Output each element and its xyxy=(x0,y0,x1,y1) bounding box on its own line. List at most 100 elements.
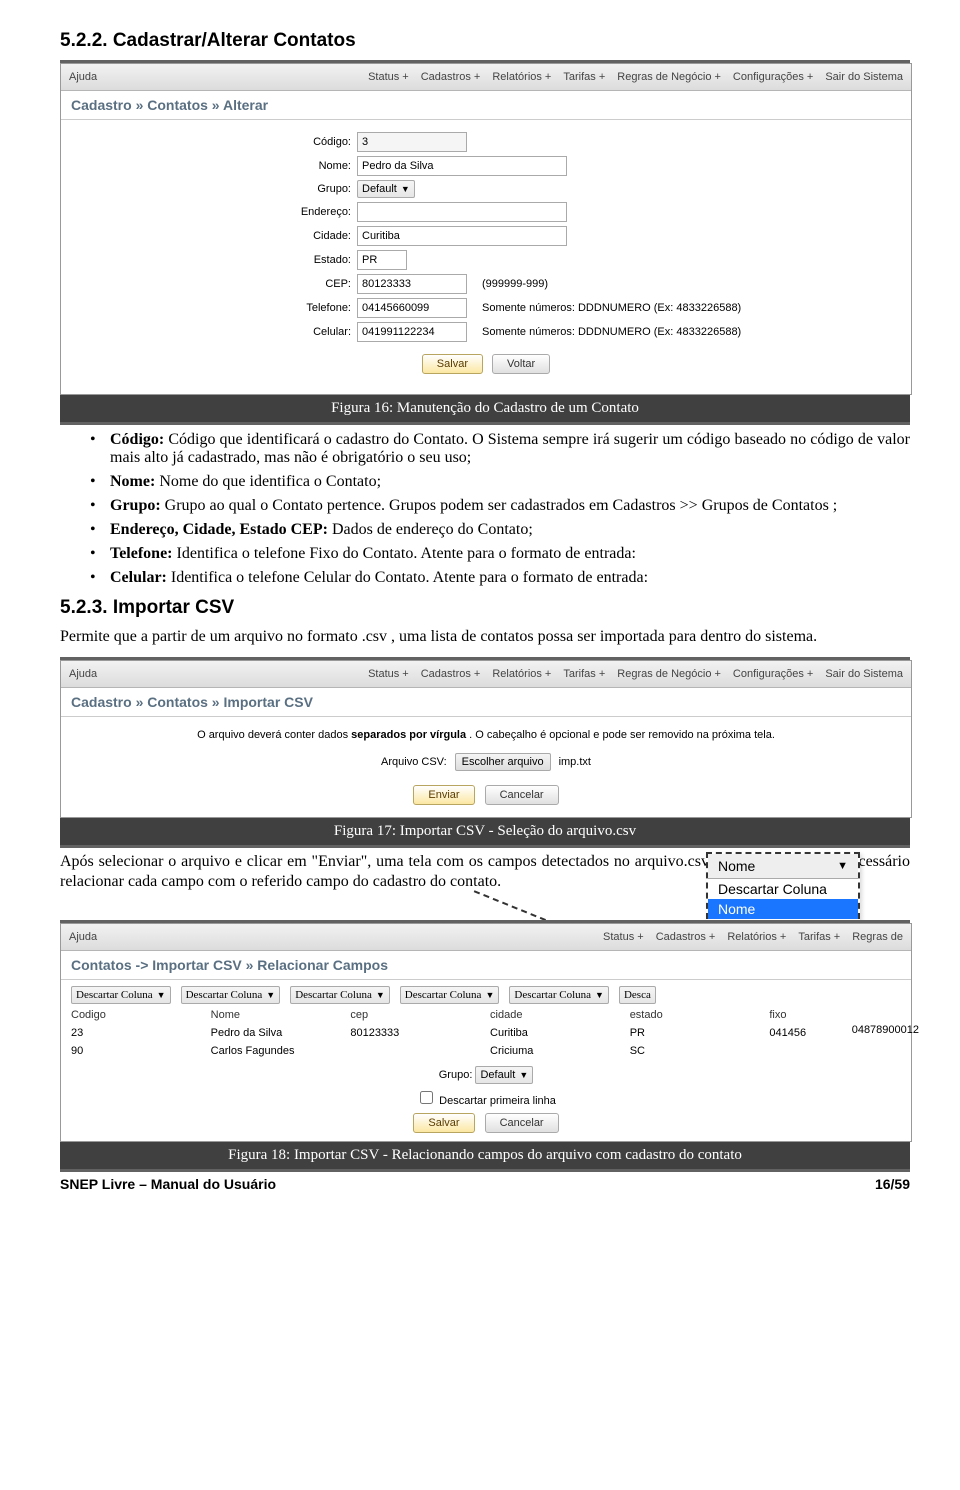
hint-celular: Somente números: DDDNUMERO (Ex: 48332265… xyxy=(467,326,741,338)
menu-item[interactable]: Sair do Sistema xyxy=(825,71,903,83)
bullet-list-1: Código: Código que identificará o cadast… xyxy=(90,431,910,587)
overflow-text: 04878900012 xyxy=(852,1024,919,1036)
top-menu-bar: Ajuda Status + Cadastros + Relatórios + … xyxy=(61,64,911,91)
list-item: Código: Código que identificará o cadast… xyxy=(90,431,910,467)
select-grupo[interactable]: Default▼ xyxy=(357,180,415,198)
menu-ajuda[interactable]: Ajuda xyxy=(69,668,97,680)
input-cidade[interactable] xyxy=(357,226,567,246)
chevron-down-icon: ▼ xyxy=(837,860,848,872)
input-estado[interactable] xyxy=(357,250,407,270)
breadcrumb: Cadastro » Contatos » Alterar xyxy=(61,91,911,120)
popup-header[interactable]: Nome▼ xyxy=(708,854,858,879)
figure-caption-16: Figura 16: Manutenção do Cadastro de um … xyxy=(60,395,910,422)
voltar-button[interactable]: Voltar xyxy=(492,354,550,374)
input-codigo[interactable] xyxy=(357,132,467,152)
salvar-button[interactable]: Salvar xyxy=(422,354,483,374)
section-heading-1: 5.2.2. Cadastrar/Alterar Contatos xyxy=(60,30,910,52)
popup-item[interactable]: Descartar Coluna xyxy=(708,879,858,899)
menu-item[interactable]: Tarifas + xyxy=(798,931,840,943)
menu-item[interactable]: Status + xyxy=(603,931,644,943)
label-telefone: Telefone: xyxy=(81,302,357,314)
discard-first-checkbox[interactable] xyxy=(420,1091,433,1104)
input-telefone[interactable] xyxy=(357,298,467,318)
note-text: O arquivo deverá conter dados separados … xyxy=(61,717,911,747)
column-select[interactable]: Desca xyxy=(619,986,656,1004)
menu-item[interactable]: Tarifas + xyxy=(563,668,605,680)
menu-item[interactable]: Cadastros + xyxy=(421,668,481,680)
table-row: 23 Pedro da Silva 80123333 Curitiba PR 0… xyxy=(61,1024,911,1042)
column-select[interactable]: Descartar Coluna▼ xyxy=(71,986,171,1004)
figure-16-wrapper: Ajuda Status + Cadastros + Relatórios + … xyxy=(60,60,910,425)
table-head: Codigo Nome cep cidade estado fixo xyxy=(61,1006,911,1024)
menu-ajuda[interactable]: Ajuda xyxy=(69,71,97,83)
breadcrumb: Cadastro » Contatos » Importar CSV xyxy=(61,688,911,717)
breadcrumb: Contatos -> Importar CSV » Relacionar Ca… xyxy=(61,951,911,980)
file-name: imp.txt xyxy=(559,756,591,768)
list-item: Telefone: Identifica o telefone Fixo do … xyxy=(90,545,910,563)
chevron-down-icon: ▼ xyxy=(401,184,410,194)
popup-item[interactable]: Nome xyxy=(708,899,858,919)
salvar-button[interactable]: Salvar xyxy=(413,1113,474,1133)
menu-item[interactable]: Status + xyxy=(368,668,409,680)
table-row: 90 Carlos Fagundes Criciuma SC 048789000… xyxy=(61,1042,911,1060)
select-grupo[interactable]: Default▼ xyxy=(475,1066,533,1084)
menu-item[interactable]: Tarifas + xyxy=(563,71,605,83)
label-codigo: Código: xyxy=(81,136,357,148)
input-endereco[interactable] xyxy=(357,202,567,222)
page-footer: SNEP Livre – Manual do Usuário 16/59 xyxy=(60,1172,910,1192)
footer-title: SNEP Livre – Manual do Usuário xyxy=(60,1176,276,1192)
figure-18-wrapper: Ajuda Status + Cadastros + Relatórios + … xyxy=(60,920,910,1172)
menu-item[interactable]: Configurações + xyxy=(733,668,813,680)
figure-caption-18: Figura 18: Importar CSV - Relacionando c… xyxy=(60,1142,910,1169)
column-select[interactable]: Descartar Coluna▼ xyxy=(181,986,281,1004)
app-window-importar: Ajuda Status + Cadastros + Relatórios + … xyxy=(60,660,912,818)
menu-item[interactable]: Configurações + xyxy=(733,71,813,83)
hint-telefone: Somente números: DDDNUMERO (Ex: 48332265… xyxy=(467,302,741,314)
column-select[interactable]: Descartar Coluna▼ xyxy=(400,986,500,1004)
input-nome[interactable] xyxy=(357,156,567,176)
menu-ajuda[interactable]: Ajuda xyxy=(69,931,97,943)
app-window-alterar: Ajuda Status + Cadastros + Relatórios + … xyxy=(60,63,912,395)
label-discard-first: Descartar primeira linha xyxy=(439,1095,556,1107)
hint-cep: (999999-999) xyxy=(467,278,548,290)
label-grupo: Grupo: xyxy=(81,183,357,195)
choose-file-button[interactable]: Escolher arquivo xyxy=(455,753,551,771)
column-select[interactable]: Descartar Coluna▼ xyxy=(509,986,609,1004)
menu-item[interactable]: Status + xyxy=(368,71,409,83)
cancelar-button[interactable]: Cancelar xyxy=(485,785,559,805)
list-item: Celular: Identifica o telefone Celular d… xyxy=(90,569,910,587)
menu-item[interactable]: Regras de Negócio + xyxy=(617,668,721,680)
menu-item[interactable]: Relatórios + xyxy=(727,931,786,943)
menu-item[interactable]: Cadastros + xyxy=(421,71,481,83)
label-estado: Estado: xyxy=(81,254,357,266)
figure-caption-17: Figura 17: Importar CSV - Seleção do arq… xyxy=(60,818,910,845)
label-cidade: Cidade: xyxy=(81,230,357,242)
cancelar-button[interactable]: Cancelar xyxy=(485,1113,559,1133)
menu-item[interactable]: Sair do Sistema xyxy=(825,668,903,680)
label-celular: Celular: xyxy=(81,326,357,338)
menu-item[interactable]: Regras de xyxy=(852,931,903,943)
paragraph-importar: Permite que a partir de um arquivo no fo… xyxy=(60,627,910,647)
list-item: Nome: Nome do que identifica o Contato; xyxy=(90,473,910,491)
label-nome: Nome: xyxy=(81,160,357,172)
top-menu-bar: Ajuda Status + Cadastros + Relatórios + … xyxy=(61,924,911,951)
list-item: Endereço, Cidade, Estado CEP: Dados de e… xyxy=(90,521,910,539)
column-select[interactable]: Descartar Coluna▼ xyxy=(290,986,390,1004)
label-endereco: Endereço: xyxy=(81,206,357,218)
menu-item[interactable]: Regras de Negócio + xyxy=(617,71,721,83)
label-cep: CEP: xyxy=(81,278,357,290)
figure-17-wrapper: Ajuda Status + Cadastros + Relatórios + … xyxy=(60,657,910,848)
list-item: Grupo: Grupo ao qual o Contato pertence.… xyxy=(90,497,910,515)
label-grupo: Grupo: xyxy=(439,1069,473,1081)
menu-item[interactable]: Cadastros + xyxy=(656,931,716,943)
input-cep[interactable] xyxy=(357,274,467,294)
footer-page: 16/59 xyxy=(875,1176,910,1192)
input-celular[interactable] xyxy=(357,322,467,342)
app-window-relacionar: Ajuda Status + Cadastros + Relatórios + … xyxy=(60,923,912,1142)
label-arquivo: Arquivo CSV: xyxy=(381,756,447,768)
form-area: Código: Nome: Grupo: Default▼ Endereço: … xyxy=(61,120,911,394)
menu-item[interactable]: Relatórios + xyxy=(492,71,551,83)
top-menu-bar: Ajuda Status + Cadastros + Relatórios + … xyxy=(61,661,911,688)
enviar-button[interactable]: Enviar xyxy=(413,785,474,805)
menu-item[interactable]: Relatórios + xyxy=(492,668,551,680)
